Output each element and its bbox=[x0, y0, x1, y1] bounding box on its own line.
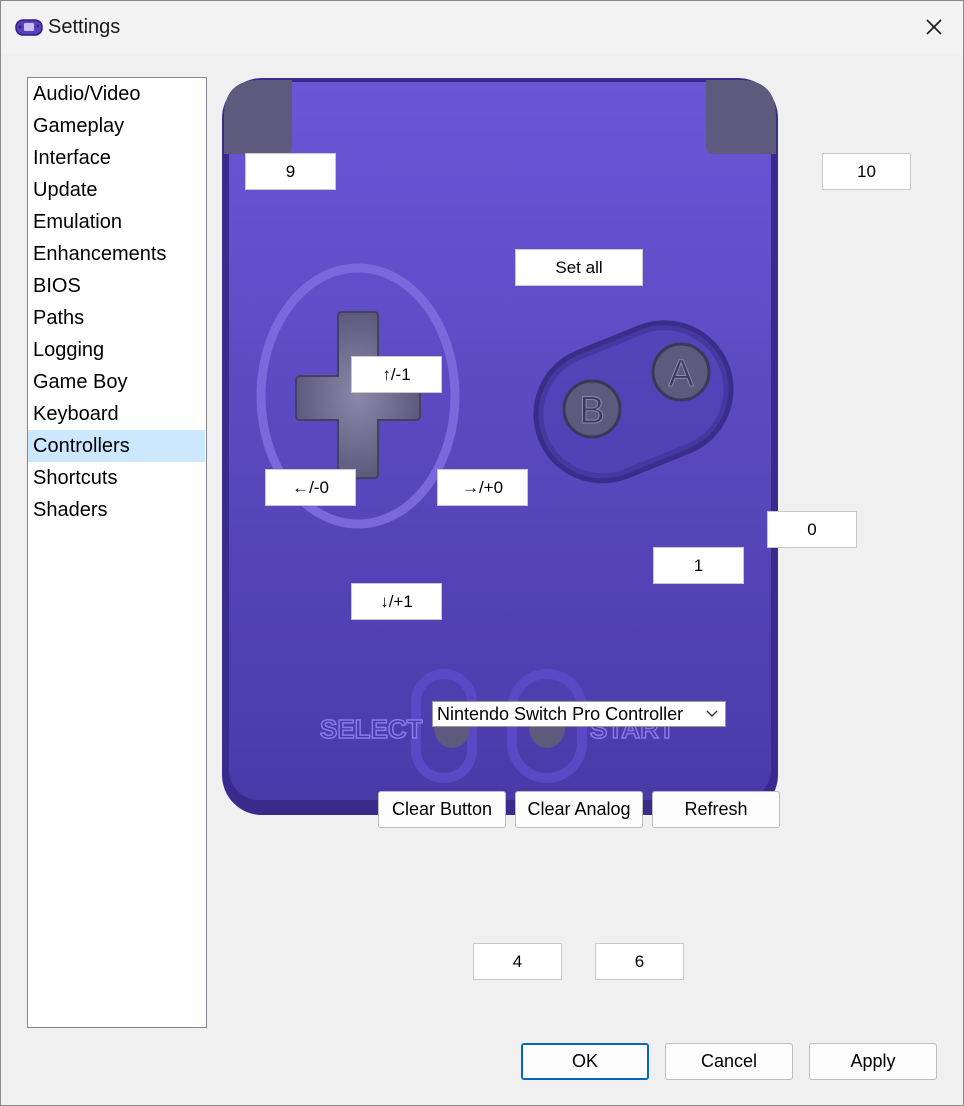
cancel-button[interactable]: Cancel bbox=[665, 1043, 793, 1080]
refresh-button[interactable]: Refresh bbox=[652, 791, 780, 828]
title-bar: Settings bbox=[1, 1, 963, 53]
sidebar-item-shaders[interactable]: Shaders bbox=[28, 494, 205, 526]
map-down-button[interactable]: ↓/+1 bbox=[351, 583, 442, 620]
sidebar-item-gameplay[interactable]: Gameplay bbox=[28, 110, 205, 142]
sidebar-item-bios[interactable]: BIOS bbox=[28, 270, 205, 302]
close-button[interactable] bbox=[905, 1, 963, 53]
settings-window: Settings Audio/Video Gameplay Interface … bbox=[0, 0, 964, 1106]
sidebar-item-enhancements[interactable]: Enhancements bbox=[28, 238, 205, 270]
window-title: Settings bbox=[48, 16, 121, 38]
close-icon bbox=[926, 19, 942, 35]
sidebar-item-game-boy[interactable]: Game Boy bbox=[28, 366, 205, 398]
gba-icon bbox=[15, 19, 43, 36]
settings-category-list[interactable]: Audio/Video Gameplay Interface Update Em… bbox=[27, 77, 207, 1028]
map-right-button[interactable]: →/+0 bbox=[437, 469, 528, 506]
sidebar-item-logging[interactable]: Logging bbox=[28, 334, 205, 366]
map-left-button[interactable]: ←/-0 bbox=[265, 469, 356, 506]
set-all-button[interactable]: Set all bbox=[515, 249, 643, 286]
map-l-shoulder-button[interactable]: 9 bbox=[245, 153, 336, 190]
clear-analog-button[interactable]: Clear Analog bbox=[515, 791, 643, 828]
ok-button[interactable]: OK bbox=[521, 1043, 649, 1080]
controller-device-select[interactable]: Nintendo Switch Pro Controller bbox=[432, 701, 726, 727]
chevron-down-icon bbox=[706, 710, 718, 717]
pad-label-select: SELECT bbox=[320, 714, 423, 744]
sidebar-item-paths[interactable]: Paths bbox=[28, 302, 205, 334]
map-up-button[interactable]: ↑/-1 bbox=[351, 356, 442, 393]
sidebar-item-audio-video[interactable]: Audio/Video bbox=[28, 78, 205, 110]
sidebar-item-update[interactable]: Update bbox=[28, 174, 205, 206]
apply-button[interactable]: Apply bbox=[809, 1043, 937, 1080]
clear-button-button[interactable]: Clear Button bbox=[378, 791, 506, 828]
map-a-button[interactable]: 0 bbox=[767, 511, 857, 548]
pad-label-b: B bbox=[579, 390, 604, 432]
sidebar-item-interface[interactable]: Interface bbox=[28, 142, 205, 174]
sidebar-item-shortcuts[interactable]: Shortcuts bbox=[28, 462, 205, 494]
sidebar-item-keyboard[interactable]: Keyboard bbox=[28, 398, 205, 430]
sidebar-item-emulation[interactable]: Emulation bbox=[28, 206, 205, 238]
sidebar-item-controllers[interactable]: Controllers bbox=[28, 430, 205, 462]
pad-label-a: A bbox=[668, 353, 694, 395]
controller-device-value: Nintendo Switch Pro Controller bbox=[437, 703, 684, 724]
map-b-button[interactable]: 1 bbox=[653, 547, 744, 584]
map-start-button[interactable]: 6 bbox=[595, 943, 684, 980]
map-r-shoulder-button[interactable]: 10 bbox=[822, 153, 911, 190]
map-select-button[interactable]: 4 bbox=[473, 943, 562, 980]
